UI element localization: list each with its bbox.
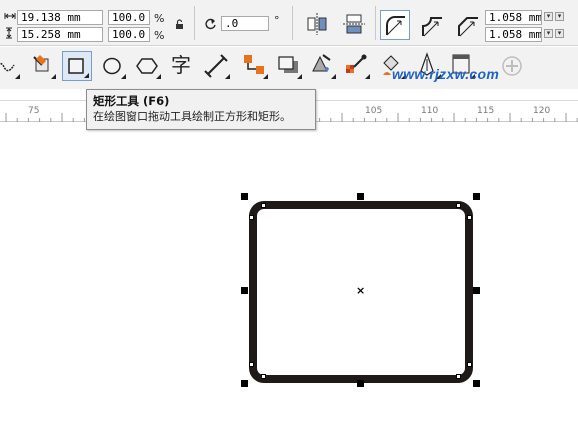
separator — [194, 6, 195, 40]
corner-node[interactable] — [467, 362, 472, 367]
rectangle-tool[interactable] — [62, 51, 92, 81]
rotate-icon — [205, 18, 216, 30]
percent-label-y: % — [154, 29, 165, 42]
smart-fill-tool[interactable] — [28, 51, 58, 81]
scale-x-field[interactable]: 100.0 — [108, 10, 150, 25]
corner-node[interactable] — [456, 203, 461, 208]
ruler-label: 105 — [365, 106, 383, 116]
rotation-center-marker[interactable]: × — [356, 285, 365, 296]
corner-node[interactable] — [467, 215, 472, 220]
percent-label-x: % — [154, 12, 165, 25]
add-icon — [502, 56, 522, 76]
tooltip-title: 矩形工具 (F6) — [93, 94, 170, 108]
chamfer-corner-icon[interactable] — [454, 12, 482, 38]
round-corner-icon — [386, 16, 405, 36]
ruler-label: 115 — [477, 106, 495, 116]
ruler-label: 110 — [421, 106, 439, 116]
drop-shadow-tool[interactable] — [274, 51, 304, 81]
corner-node[interactable] — [249, 362, 254, 367]
corner-node[interactable] — [261, 374, 266, 379]
corner-radius-bottom-spinner-alt[interactable]: ▾ — [555, 29, 564, 38]
eyedropper-tool[interactable] — [342, 51, 372, 81]
selection-handle-left[interactable] — [241, 287, 248, 294]
corner-node[interactable] — [261, 203, 266, 208]
watermark: www.rjzxw.com — [392, 66, 500, 82]
text-tool[interactable]: 字 — [168, 51, 198, 81]
freehand-tool[interactable] — [0, 51, 22, 81]
scale-y-field[interactable]: 100.0 — [108, 27, 150, 42]
separator — [375, 6, 376, 40]
round-corner-button[interactable] — [380, 10, 410, 40]
ruler-label: 75 — [28, 106, 40, 116]
selection-handle-bottom[interactable] — [357, 380, 364, 387]
selection-handle-top[interactable] — [357, 193, 364, 200]
object-width-field[interactable]: 19.138 mm — [17, 10, 103, 25]
selection-handle-bottom-left[interactable] — [241, 380, 248, 387]
height-icon — [6, 27, 12, 39]
text-tool-glyph: 字 — [171, 53, 191, 77]
corner-radius-bottom-field[interactable]: 1.058 mm — [485, 27, 542, 42]
selection-handle-right[interactable] — [473, 287, 480, 294]
property-bar: 19.138 mm 15.258 mm 100.0 % 100.0 % .0 ° — [0, 0, 578, 46]
selection-handle-bottom-right[interactable] — [473, 380, 480, 387]
connector-tool[interactable] — [240, 51, 270, 81]
corner-radius-top-field[interactable]: 1.058 mm — [485, 10, 542, 25]
corner-radius-top-spinner[interactable]: ▾ — [544, 12, 553, 21]
polygon-tool[interactable] — [133, 51, 163, 81]
tooltip-description: 在绘图窗口拖动工具绘制正方形和矩形。 — [93, 110, 291, 123]
mirror-vertical-icon[interactable] — [342, 12, 366, 36]
separator — [292, 6, 293, 40]
mirror-horizontal-icon[interactable] — [305, 12, 329, 36]
corner-node[interactable] — [456, 374, 461, 379]
object-height-field[interactable]: 15.258 mm — [17, 27, 103, 42]
dimension-tool[interactable] — [202, 51, 232, 81]
corner-radius-bottom-spinner[interactable]: ▾ — [544, 29, 553, 38]
rotation-angle-field[interactable]: .0 — [221, 16, 269, 31]
selection-handle-top-right[interactable] — [473, 193, 480, 200]
corner-node[interactable] — [249, 215, 254, 220]
ellipse-tool[interactable] — [98, 51, 128, 81]
add-tool-button[interactable] — [498, 51, 528, 81]
degree-label: ° — [274, 14, 280, 27]
scallop-corner-icon[interactable] — [418, 12, 446, 38]
transparency-tool[interactable] — [308, 51, 338, 81]
width-icon — [4, 13, 16, 19]
selection-handle-top-left[interactable] — [241, 193, 248, 200]
tooltip: 矩形工具 (F6) 在绘图窗口拖动工具绘制正方形和矩形。 — [86, 89, 316, 130]
corner-radius-top-spinner-alt[interactable]: ▾ — [555, 12, 564, 21]
ruler-label: 120 — [533, 106, 551, 116]
lock-icon[interactable] — [175, 19, 184, 30]
